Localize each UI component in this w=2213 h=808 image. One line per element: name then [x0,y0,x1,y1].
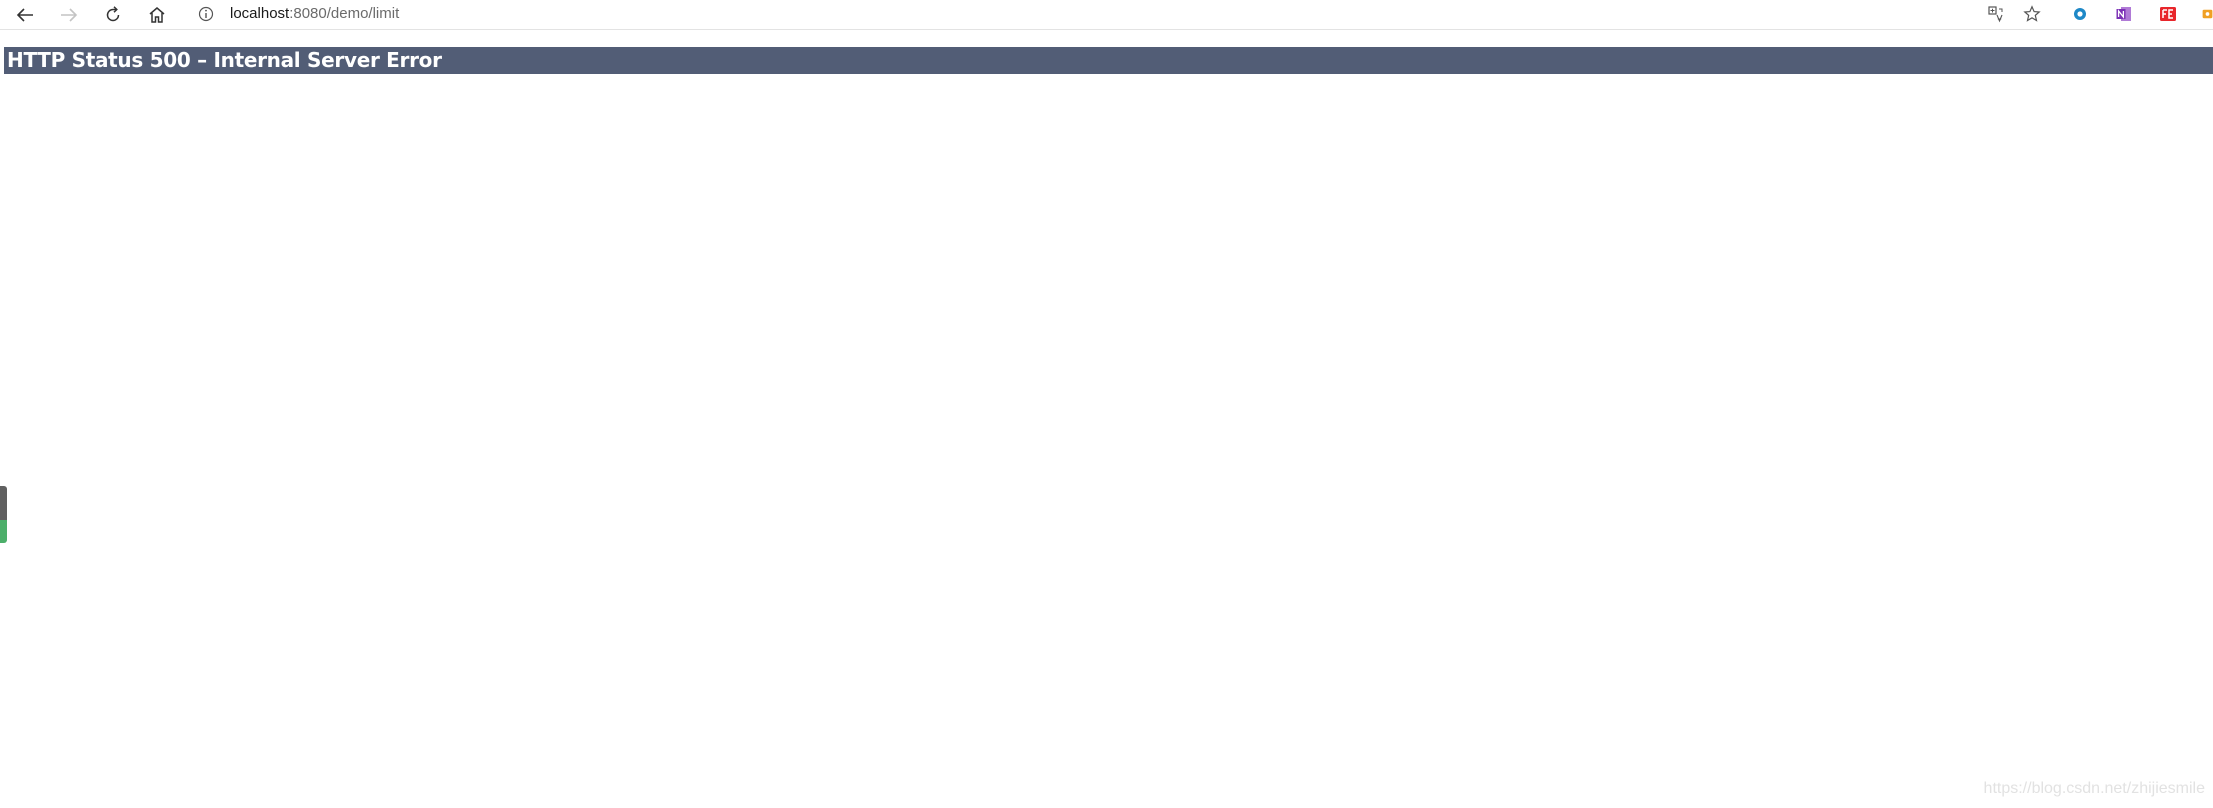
error-header: HTTP Status 500 – Internal Server Error [4,47,2213,74]
page-title: HTTP Status 500 – Internal Server Error [7,48,442,72]
star-icon [2023,5,2041,22]
translate-button[interactable] [1981,2,2011,26]
info-icon[interactable] [198,6,214,22]
home-icon [149,6,165,23]
forward-button[interactable] [47,0,91,29]
onenote-icon[interactable] [2114,4,2134,24]
extension-orange-icon[interactable] [2202,4,2213,24]
back-icon [16,7,33,22]
refresh-button[interactable] [91,0,135,29]
favorite-button[interactable] [2017,2,2047,26]
watermark: https://blog.csdn.net/zhijiesmile [1983,780,2205,797]
back-button[interactable] [3,0,47,29]
side-handle-bottom [0,520,7,543]
home-button[interactable] [135,0,179,29]
side-panel-handle[interactable] [0,486,7,543]
extension-blue-circle-icon[interactable] [2070,4,2090,24]
url-host: localhost [230,5,290,22]
forward-icon [61,7,78,22]
browser-toolbar: localhost:8080/demo/limit [0,0,2213,30]
url-path: :8080/demo/limit [289,5,400,22]
side-handle-top [0,486,7,520]
translate-icon [1988,6,2003,23]
refresh-icon [106,5,120,21]
url-text[interactable]: localhost:8080/demo/limit [230,3,399,25]
fe-extension-icon[interactable] [2158,4,2178,24]
address-bar[interactable]: localhost:8080/demo/limit [186,0,2056,28]
